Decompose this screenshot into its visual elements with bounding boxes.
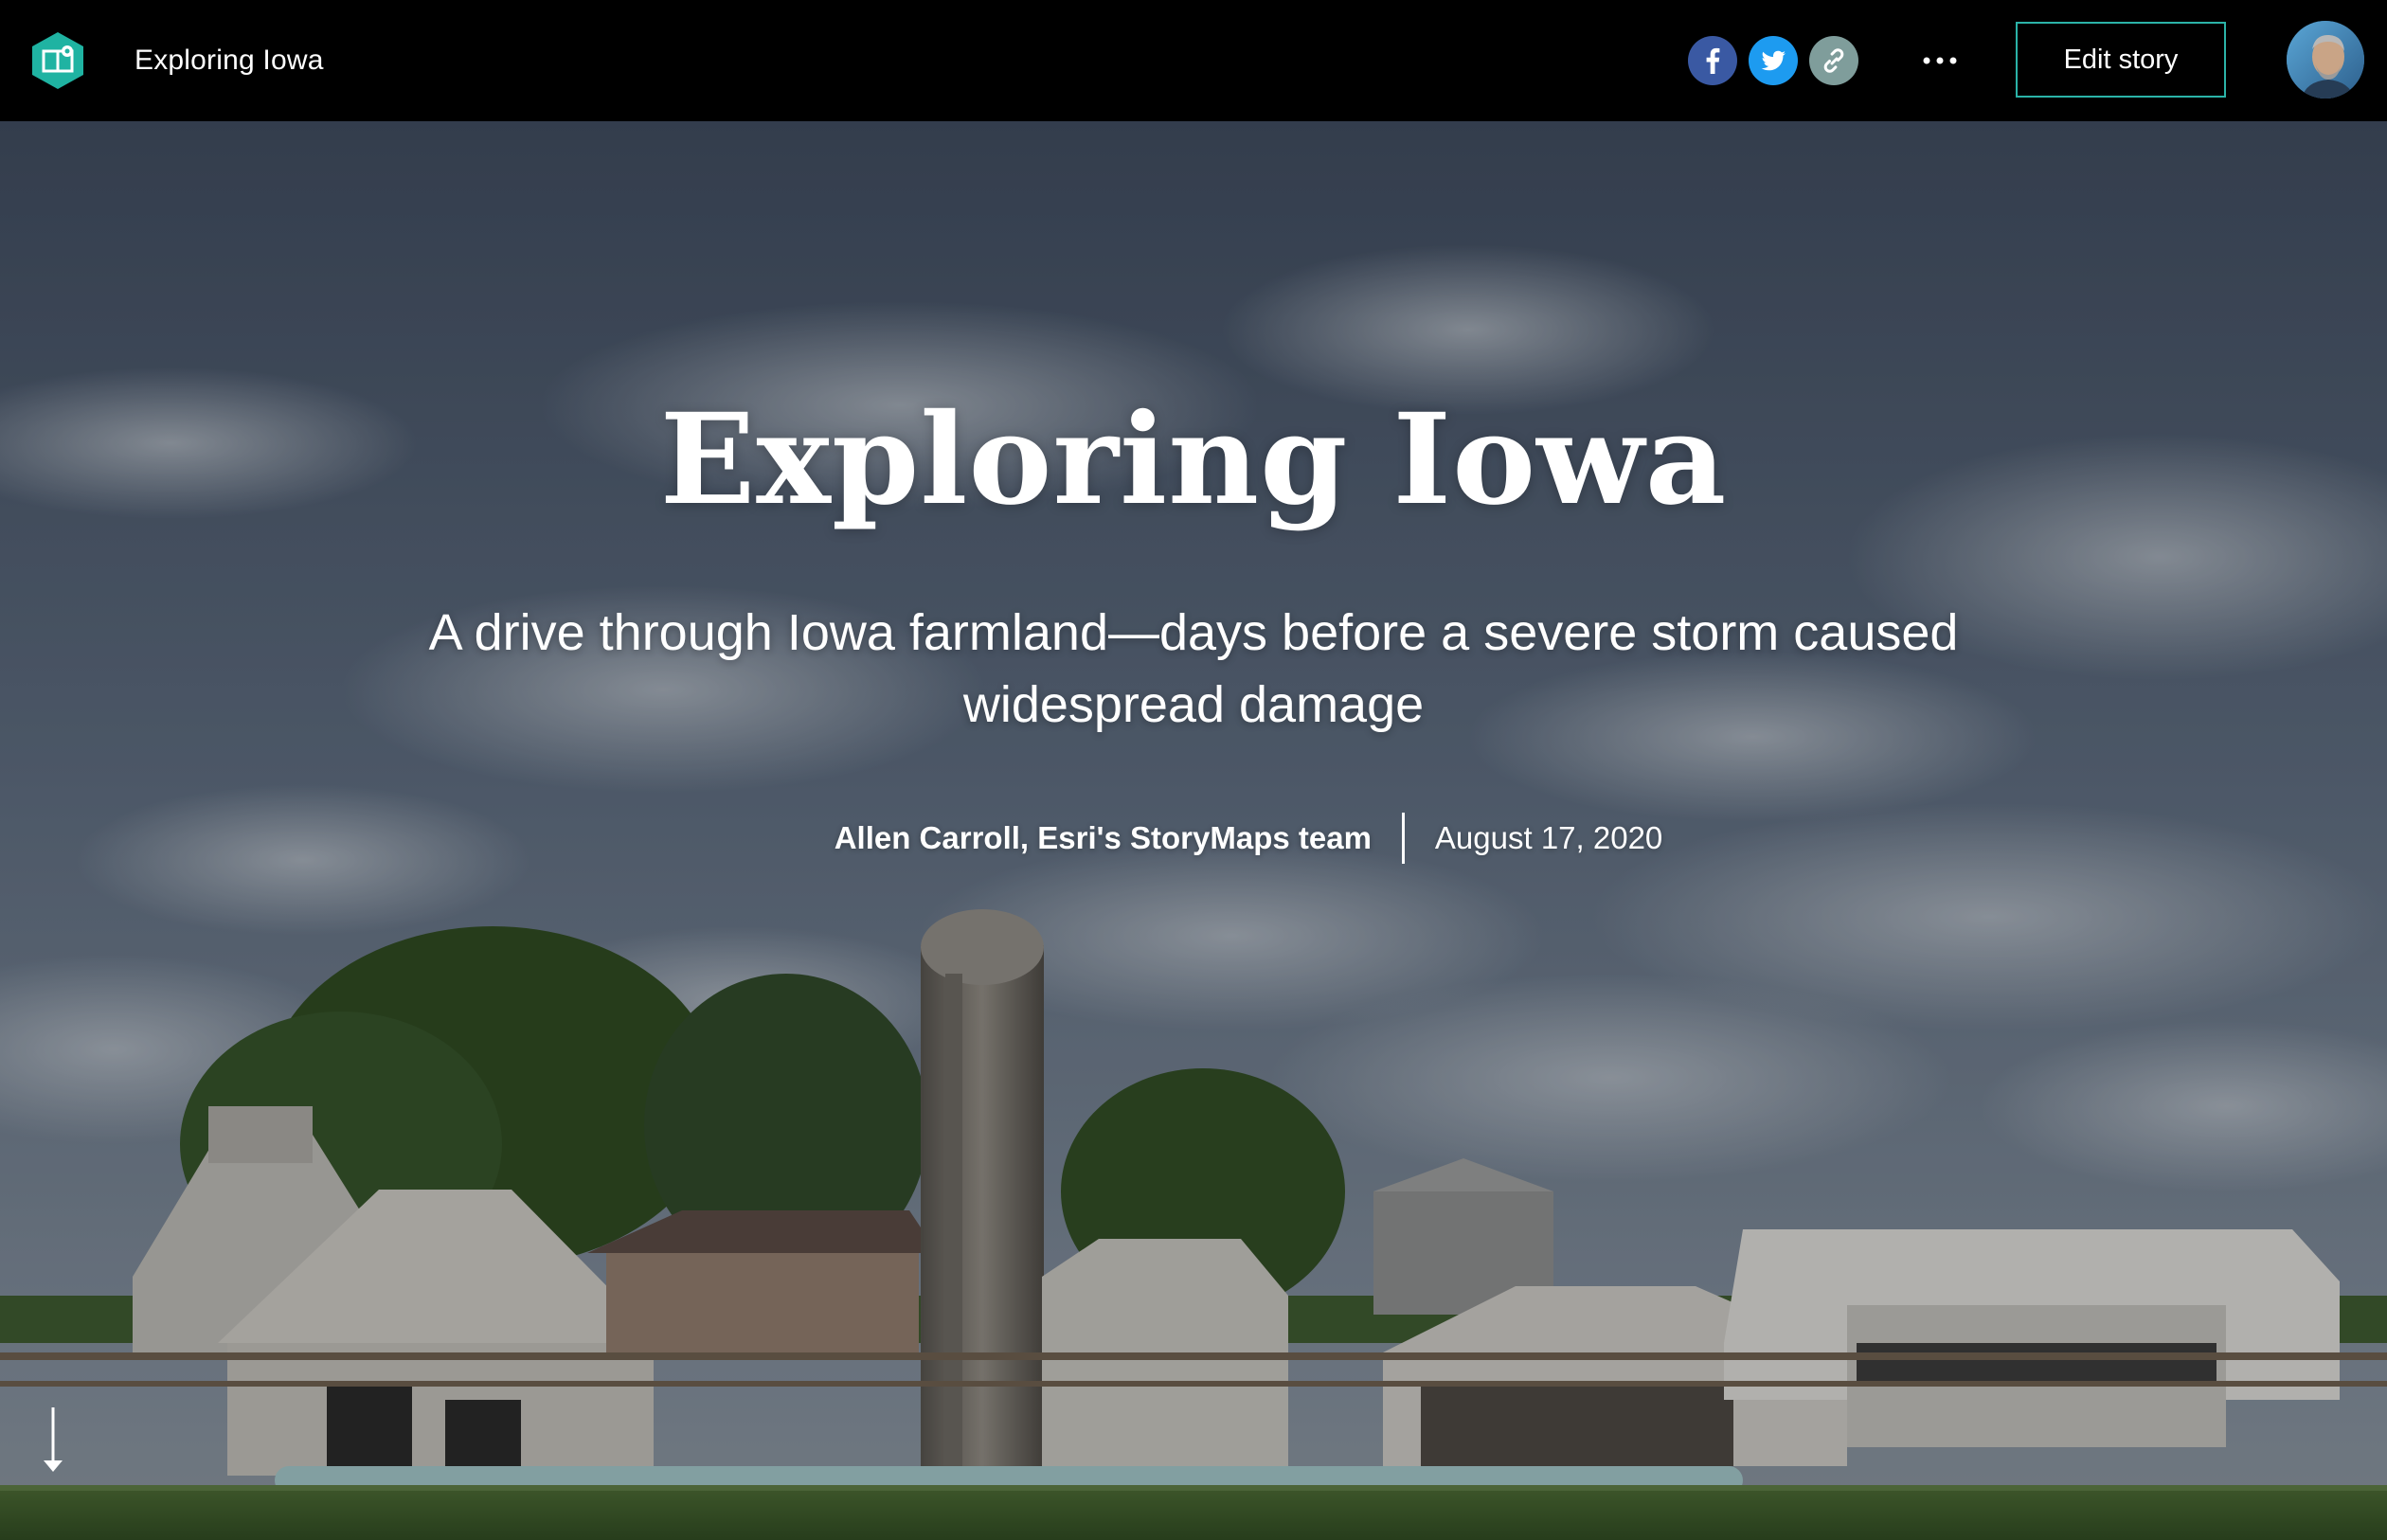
publish-date: August 17, 2020 <box>1434 820 1663 855</box>
facebook-share-button[interactable] <box>1688 36 1737 85</box>
cover-subtitle: A drive through Iowa farmland—days befor… <box>428 604 1959 733</box>
user-avatar[interactable] <box>2287 21 2364 98</box>
link-icon <box>1809 36 1858 85</box>
cover-title: Exploring Iowa <box>659 386 1728 533</box>
more-options-button[interactable] <box>1917 38 1963 83</box>
edit-story-button[interactable]: Edit story <box>2016 22 2226 98</box>
twitter-share-button[interactable] <box>1749 36 1798 85</box>
cover-text: Exploring Iowa A drive through Iowa farm… <box>0 121 2387 1540</box>
story-title: Exploring Iowa <box>135 45 324 76</box>
ellipsis-icon <box>1923 57 1957 64</box>
author-name: Allen Carroll, Esri's StoryMaps team <box>834 820 1372 855</box>
storymaps-logo-icon[interactable] <box>29 30 86 91</box>
top-bar: Exploring Iowa Edit story <box>0 0 2387 121</box>
facebook-icon <box>1688 36 1737 85</box>
copy-link-button[interactable] <box>1809 36 1858 85</box>
byline: Allen Carroll, Esri's StoryMaps team Aug… <box>0 813 2387 864</box>
arrow-down-icon <box>44 1407 63 1472</box>
twitter-icon <box>1749 36 1798 85</box>
scroll-down-button[interactable] <box>42 1407 64 1474</box>
byline-divider <box>1401 813 1405 864</box>
story-cover: Exploring Iowa A drive through Iowa farm… <box>0 121 2387 1540</box>
